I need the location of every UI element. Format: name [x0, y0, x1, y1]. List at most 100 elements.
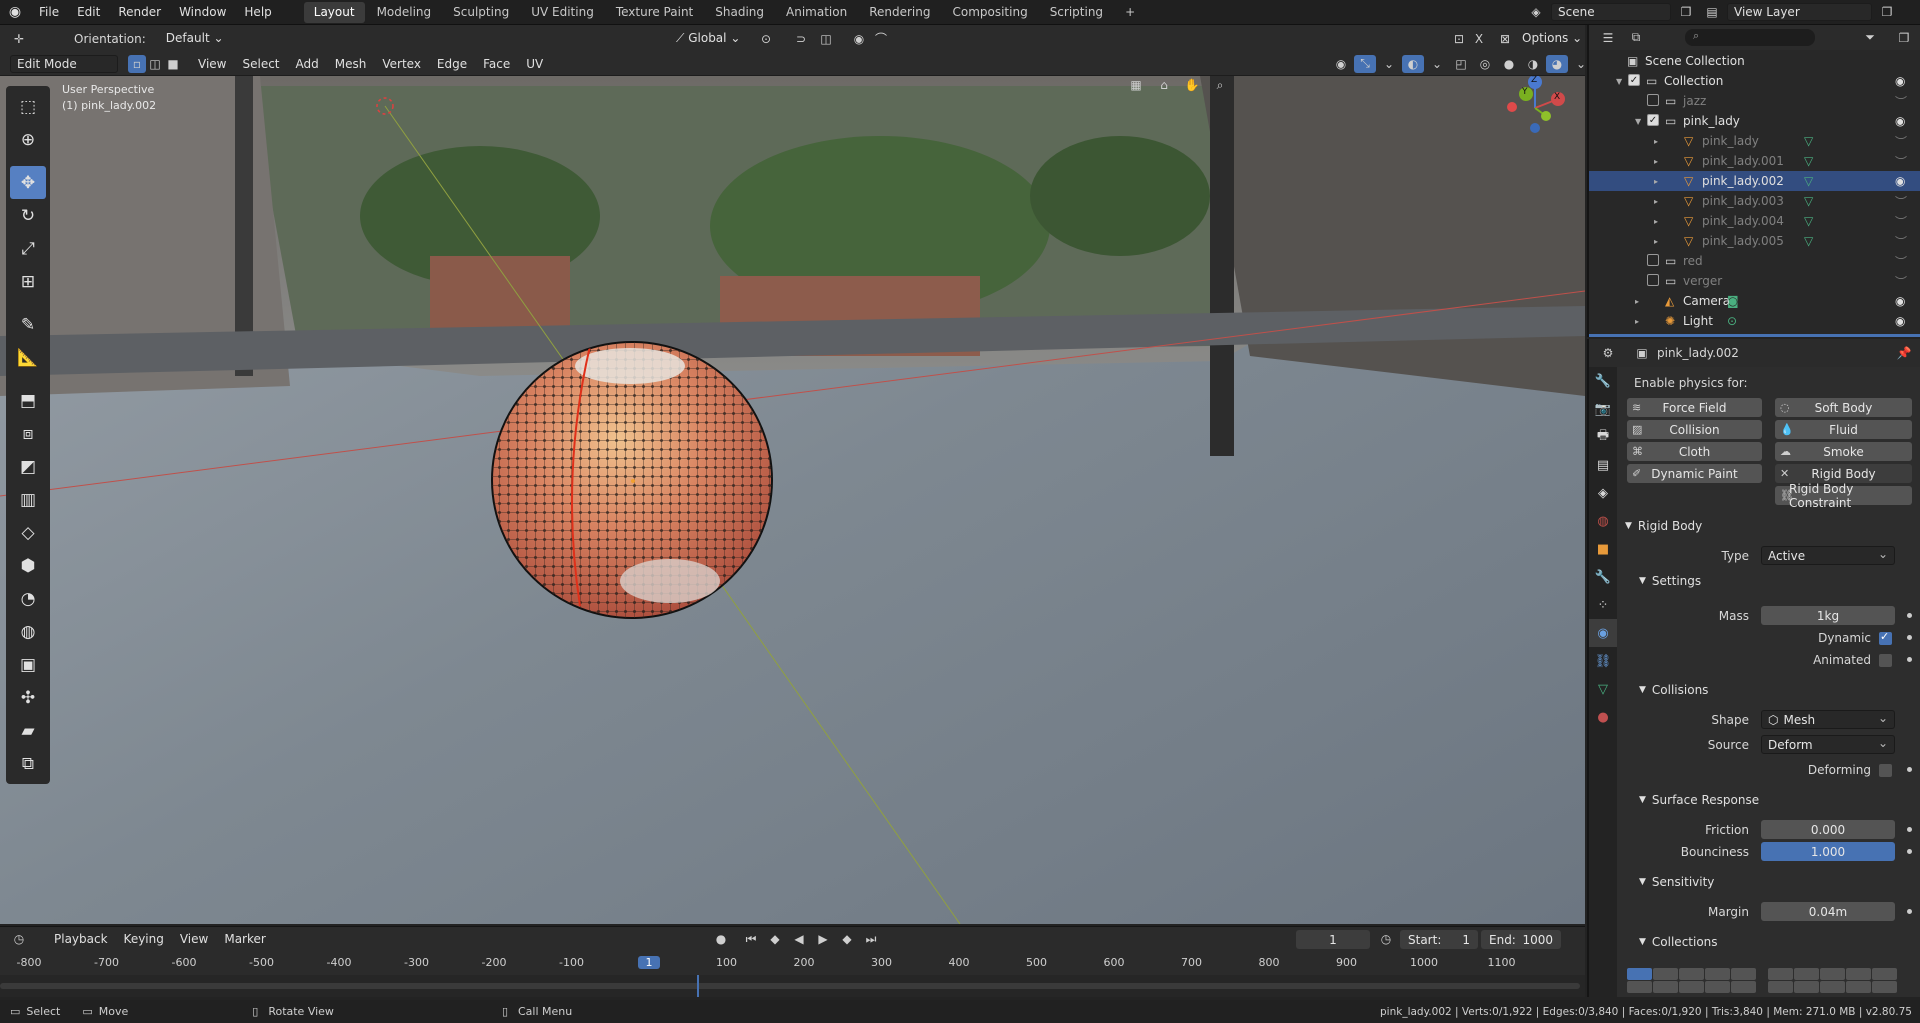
margin-field[interactable]: 0.04m: [1761, 902, 1895, 921]
expand-arrow-icon[interactable]: ▸: [1654, 197, 1658, 206]
mass-field[interactable]: 1kg: [1761, 606, 1895, 625]
expand-arrow-icon[interactable]: ▸: [1654, 157, 1658, 166]
collection-layer-toggle[interactable]: [1768, 968, 1793, 980]
exclude-checkbox[interactable]: [1647, 254, 1659, 266]
pivot-icon[interactable]: ⊙: [755, 30, 777, 48]
collection-layer-toggle[interactable]: [1872, 968, 1897, 980]
extrude-icon[interactable]: ⬒: [10, 384, 46, 417]
data-tab-icon[interactable]: ▽: [1589, 675, 1617, 703]
pin-icon[interactable]: 📌: [1893, 344, 1915, 362]
timeline-ruler[interactable]: -800 -700 -600 -500 -400 -300 -200 -100 1 100 200 3…: [0, 953, 1585, 973]
camera-data-icon[interactable]: ◙: [1727, 294, 1739, 308]
edge-slide-icon[interactable]: ▣: [10, 648, 46, 681]
dynamic-keyframe-dot[interactable]: [1907, 635, 1912, 640]
collection-layer-toggle[interactable]: [1794, 981, 1819, 993]
outliner-row[interactable]: ▼ ✓ ▭ Collection ◉: [1589, 71, 1920, 91]
outliner-row[interactable]: ▸ ▽ pink_lady.003 ▽ ︶: [1589, 191, 1920, 211]
visibility-eye-icon[interactable]: ︶: [1895, 153, 1907, 170]
soft-body-button[interactable]: ◌ Soft Body: [1775, 398, 1912, 417]
tab-animation[interactable]: Animation: [776, 2, 857, 23]
particles-tab-icon[interactable]: ⁘: [1589, 591, 1617, 619]
collection-layer-toggle[interactable]: [1627, 968, 1652, 980]
play-icon[interactable]: ▶: [812, 930, 834, 948]
expand-arrow-icon[interactable]: ▸: [1635, 317, 1639, 326]
physics-tab-icon[interactable]: ◉: [1589, 619, 1617, 647]
3d-viewport[interactable]: User Perspective (1) pink_lady.002 ▦ ⌂ ✋…: [0, 76, 1585, 924]
menu-marker[interactable]: Marker: [216, 927, 273, 951]
outliner-row[interactable]: ▸ ✺ Light ⊙ ◉: [1589, 311, 1920, 331]
menu-view[interactable]: View: [190, 52, 234, 76]
grid-view-icon[interactable]: ▦: [1125, 76, 1147, 94]
bounciness-keyframe-dot[interactable]: [1907, 849, 1912, 854]
outliner-row[interactable]: ▸ ▽ pink_lady.004 ▽ ︶: [1589, 211, 1920, 231]
properties-editor-type-icon[interactable]: ⚙: [1597, 344, 1619, 362]
transform-icon[interactable]: ⊞: [10, 265, 46, 298]
mode-dropdown[interactable]: Edit Mode: [10, 54, 118, 73]
rotate-icon[interactable]: ↻: [10, 199, 46, 232]
visibility-icon[interactable]: ◉: [1330, 55, 1352, 73]
pan-view-icon[interactable]: ✋: [1181, 76, 1203, 94]
menu-timeline-view[interactable]: View: [172, 927, 216, 951]
mesh-data-icon[interactable]: ▽: [1804, 174, 1813, 188]
auto-merge-icon[interactable]: ⊠: [1494, 30, 1516, 48]
loop-cut-icon[interactable]: ▥: [10, 483, 46, 516]
visibility-eye-icon[interactable]: ︶: [1895, 93, 1907, 110]
friction-keyframe-dot[interactable]: [1907, 827, 1912, 832]
exclude-checkbox[interactable]: ✓: [1647, 114, 1659, 126]
jump-start-icon[interactable]: ⏮: [740, 930, 762, 948]
view-layer-icon[interactable]: ▤: [1701, 3, 1723, 21]
blender-logo-icon[interactable]: ◉: [0, 0, 30, 25]
friction-field[interactable]: 0.000: [1761, 820, 1895, 839]
solid-shading-icon[interactable]: ●: [1498, 55, 1520, 73]
exclude-checkbox[interactable]: [1647, 274, 1659, 286]
animated-checkbox[interactable]: [1879, 654, 1892, 667]
menu-uv[interactable]: UV: [518, 52, 551, 76]
collection-layer-toggle[interactable]: [1731, 968, 1756, 980]
dynamic-checkbox[interactable]: [1879, 630, 1892, 645]
world-tab-icon[interactable]: ◍: [1589, 507, 1617, 535]
shear-icon[interactable]: ▰: [10, 714, 46, 747]
tool-icon[interactable]: ✛: [8, 30, 30, 48]
tab-shading[interactable]: Shading: [705, 2, 774, 23]
tab-rendering[interactable]: Rendering: [859, 2, 940, 23]
collections-subpanel-header[interactable]: ▼ Collections: [1639, 935, 1718, 949]
rigid-body-panel-header[interactable]: ▼ Rigid Body: [1625, 519, 1702, 533]
force-field-button[interactable]: ≋ Force Field: [1627, 398, 1762, 417]
type-dropdown[interactable]: Active: [1761, 546, 1895, 565]
exclude-checkbox[interactable]: [1647, 94, 1659, 106]
expand-arrow-icon[interactable]: ▸: [1654, 237, 1658, 246]
source-dropdown[interactable]: Deform: [1761, 735, 1895, 754]
outliner-row[interactable]: ▼ ✓ ▭ pink_lady ◉: [1589, 111, 1920, 131]
menu-edge[interactable]: Edge: [429, 52, 475, 76]
face-select-icon[interactable]: ■: [164, 55, 182, 73]
outliner-row[interactable]: ▸ ▽ pink_lady ▽ ︶: [1589, 131, 1920, 151]
overlays-toggle-icon[interactable]: ◐: [1402, 54, 1424, 73]
outliner-display-mode-icon[interactable]: ⧉: [1625, 29, 1647, 47]
collection-layer-toggle[interactable]: [1872, 981, 1897, 993]
snap-icon[interactable]: ⊃: [790, 30, 812, 48]
fluid-button[interactable]: 💧 Fluid: [1775, 420, 1912, 439]
smooth-icon[interactable]: ◍: [10, 615, 46, 648]
collection-layer-toggle[interactable]: [1679, 981, 1704, 993]
scene-field[interactable]: Scene: [1551, 3, 1671, 21]
material-tab-icon[interactable]: ●: [1589, 703, 1617, 731]
transform-orientation-dropdown[interactable]: ⟋ Global ⌄: [670, 30, 746, 48]
start-frame-field[interactable]: Start: 1: [1400, 930, 1478, 949]
smoke-button[interactable]: ☁ Smoke: [1775, 442, 1912, 461]
expand-arrow-icon[interactable]: ▸: [1654, 217, 1658, 226]
gizmo-dropdown-icon[interactable]: ⌄: [1378, 55, 1400, 73]
margin-keyframe-dot[interactable]: [1907, 909, 1912, 914]
annotate-icon[interactable]: ✎: [10, 308, 46, 341]
snap-target-icon[interactable]: ◫: [815, 30, 837, 48]
collection-layer-toggle[interactable]: [1846, 968, 1871, 980]
outliner-filter-icon[interactable]: ⏷: [1859, 29, 1881, 47]
view-layer-tab-icon[interactable]: ▤: [1589, 451, 1617, 479]
dynamic-paint-button[interactable]: ✐ Dynamic Paint: [1627, 464, 1762, 483]
rigid-body-constraint-button[interactable]: ⛓ Rigid Body Constraint: [1775, 482, 1912, 510]
inset-icon[interactable]: ⧈: [10, 417, 46, 450]
bevel-icon[interactable]: ◩: [10, 450, 46, 483]
settings-subpanel-header[interactable]: ▼ Settings: [1639, 574, 1701, 588]
sensitivity-subpanel-header[interactable]: ▼ Sensitivity: [1639, 875, 1714, 889]
visibility-eye-icon[interactable]: ◉: [1895, 74, 1905, 88]
outliner-search-input[interactable]: ⌕: [1685, 29, 1815, 46]
